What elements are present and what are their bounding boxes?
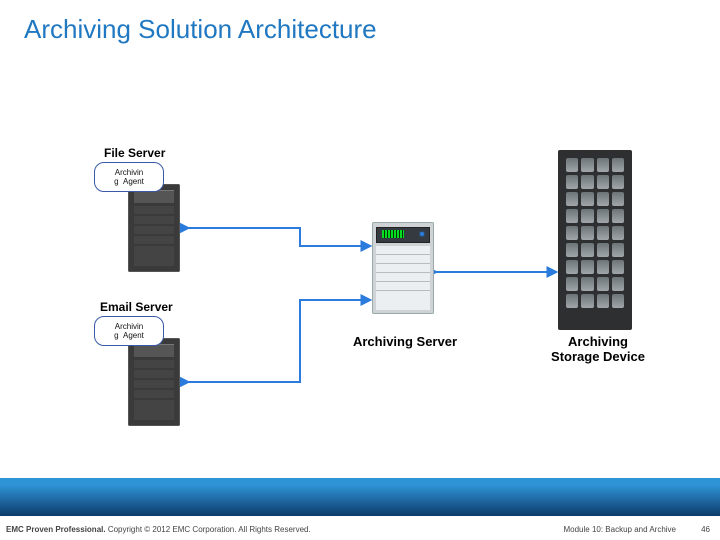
storage-device-icon bbox=[558, 150, 632, 330]
email-server-agent-pill: Archivin g Agent bbox=[94, 316, 164, 346]
archiving-server-label: Archiving Server bbox=[350, 334, 460, 349]
archiving-server-icon bbox=[372, 222, 434, 314]
footer-page: 46 bbox=[701, 525, 710, 534]
footer-left: EMC Proven Professional. Copyright © 201… bbox=[6, 525, 311, 534]
storage-device-label: Archiving Storage Device bbox=[548, 334, 648, 364]
slide: Archiving Solution Architecture File Ser… bbox=[0, 0, 720, 540]
server-display-icon bbox=[382, 230, 404, 238]
email-server-icon bbox=[128, 338, 180, 426]
file-server-icon bbox=[128, 184, 180, 272]
footer-module: Module 10: Backup and Archive bbox=[563, 525, 676, 534]
email-server-label: Email Server bbox=[100, 300, 173, 314]
server-led-icon bbox=[420, 232, 424, 236]
footer-band bbox=[0, 478, 720, 516]
agent-text: Archivin g Agent bbox=[114, 168, 144, 186]
agent-text: Archivin g Agent bbox=[114, 322, 144, 340]
file-server-agent-pill: Archivin g Agent bbox=[94, 162, 164, 192]
slide-title: Archiving Solution Architecture bbox=[24, 14, 377, 45]
file-server-label: File Server bbox=[104, 146, 165, 160]
